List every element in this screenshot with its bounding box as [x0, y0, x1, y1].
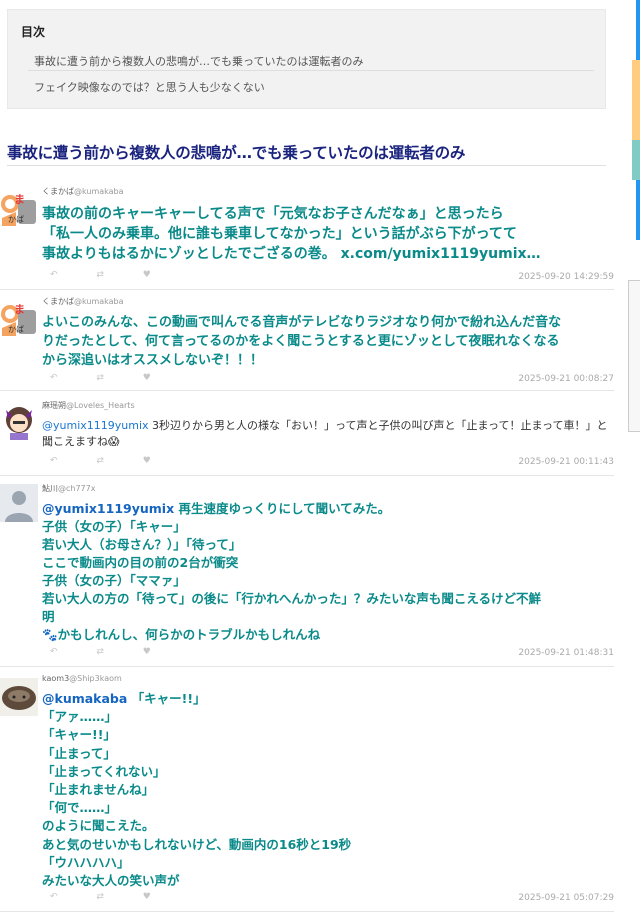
tweet-actions[interactable]: ↶ ⇄ ♥	[50, 270, 169, 280]
tweet-line: 子供（女の子）「キャー」	[42, 519, 186, 534]
tweet-text: よいこのみんな、この動画で叫んでる音声がテレビなりラジオなり何かで紛れ込んだ音な…	[42, 313, 610, 370]
divider	[0, 911, 614, 912]
mention-link[interactable]: @kumakaba	[42, 691, 127, 706]
tweet-timestamp[interactable]: 2025-09-20 14:29:59	[518, 272, 614, 282]
author-handle: @ch777x	[58, 484, 96, 493]
author-name: くまかば	[42, 187, 74, 196]
mention-link[interactable]: @yumix1119yumix	[42, 419, 149, 432]
sidebar-image-edge	[632, 60, 640, 140]
author-handle: @kumakaba	[74, 187, 124, 196]
tweet-line: から深追いはオススメしないぞ！！！	[42, 353, 264, 368]
author-handle: @kumakaba	[74, 297, 124, 306]
tweet-timestamp[interactable]: 2025-09-21 00:11:43	[518, 457, 614, 467]
avatar[interactable]: ま かば	[0, 300, 38, 338]
tweet-line: のように聞こえた。	[42, 818, 155, 834]
tweet-card: ま かば くまかば@kumakaba 事故の前のキャーキャーしてる声で「元気なお…	[0, 184, 614, 288]
tweet-line: 「止まれませんね」	[42, 782, 155, 798]
tweet-timestamp[interactable]: 2025-09-21 05:07:29	[518, 893, 614, 903]
tweet-line: 聞こえますね😱	[42, 435, 120, 448]
tweet-line: みたいな大人の笑い声が	[42, 873, 180, 889]
tweet-line: りだったとして、何て言ってるのかをよく聞こうとすると更にゾッとして夜眠れなくなる	[42, 334, 560, 349]
tweet-line: 「止まってくれない」	[42, 763, 166, 779]
tweet-author[interactable]: 鮎川@ch777x	[42, 483, 95, 494]
sidebar-widget-edge	[628, 280, 640, 432]
tweet-line: 事故の前のキャーキャーしてる声で「元気なお子さんだなぁ」と思ったら	[42, 206, 504, 222]
tweet-card: kaom3@Ship3kaom @kumakaba 「キャー!!」 「アァ……」…	[0, 672, 614, 910]
avatar[interactable]	[0, 402, 38, 440]
tweet-text: @yumix1119yumix 再生速度ゆっくりにして聞いてみた。 子供（女の子…	[42, 500, 610, 644]
table-of-contents: 目次 事故に遭う前から複数人の悲鳴が…でも乗っていたのは運転者のみ フェイク映像…	[7, 9, 606, 109]
tweet-line: 事故よりもはるかにゾッとしたでござるの巻。 x.com/yumix1119yum…	[42, 246, 541, 262]
tweet-line: 「止まって」	[42, 745, 116, 761]
section-heading: 事故に遭う前から複数人の悲鳴が…でも乗っていたのは運転者のみ	[7, 144, 466, 162]
tweet-text: @yumix1119yumix 3秒辺りから男と人の様な「おい！」って声と子供の…	[42, 418, 610, 450]
toc-divider	[28, 70, 594, 71]
tweet-actions[interactable]: ↶ ⇄ ♥	[50, 647, 169, 657]
author-name: くまかば	[42, 297, 74, 306]
tweet-line: @kumakaba 「キャー!!」	[42, 690, 610, 708]
sidebar-image-edge	[632, 140, 640, 180]
toc-link[interactable]: 事故に遭う前から複数人の悲鳴が…でも乗っていたのは運転者のみ	[34, 53, 594, 69]
tweet-line: 若い大人（お母さん？）」「待って」	[42, 537, 242, 552]
svg-text:ま: ま	[14, 193, 25, 206]
tweet-line: @yumix1119yumix 再生速度ゆっくりにして聞いてみた。	[42, 500, 610, 518]
tweet-line: 「ウハハハハ」	[42, 854, 130, 870]
author-name: 鮎川	[42, 484, 58, 493]
toc-link[interactable]: フェイク映像なのでは？と思う人も少なくない	[34, 79, 594, 95]
tweet-line: 若い大人の方の「待って」の後に「行かれへんかった」？みたいな声も聞こえるけど不鮮	[42, 591, 542, 606]
svg-text:かば: かば	[8, 215, 24, 224]
avatar[interactable]: ま かば	[0, 190, 38, 228]
divider	[0, 390, 614, 391]
author-name: kaom3	[42, 674, 70, 683]
tweet-line: ここで動画内の目の前の2台が衝突	[42, 555, 239, 570]
tweet-author[interactable]: くまかば@kumakaba	[42, 296, 124, 307]
tweet-author[interactable]: くまかば@kumakaba	[42, 186, 124, 197]
divider	[0, 666, 614, 667]
tweet-actions[interactable]: ↶ ⇄ ♥	[50, 373, 169, 383]
tweet-line: 明	[42, 609, 55, 624]
tweet-timestamp[interactable]: 2025-09-21 01:48:31	[518, 648, 614, 658]
tweet-text-span: 3秒辺りから男と人の様な「おい！」って声と子供の叫び声と「止まって！止まって車！…	[148, 419, 608, 432]
tweet-actions[interactable]: ↶ ⇄ ♥	[50, 456, 169, 466]
tweet-line: 「何で……」	[42, 800, 118, 816]
tweet-text: @kumakaba 「キャー!!」 「アァ……」 「キャー!!」 「止まって」 …	[42, 690, 610, 890]
tweet-card: 麻瑶朔@Loveles_Hearts @yumix1119yumix 3秒辺りか…	[0, 396, 614, 474]
author-handle: @Loveles_Hearts	[66, 401, 135, 410]
tweet-line: 子供（女の子）「ママァ」	[42, 573, 186, 588]
tweet-card: 鮎川@ch777x @yumix1119yumix 再生速度ゆっくりにして聞いて…	[0, 481, 614, 665]
tweet-line: 「私一人のみ乗車。他に誰も乗車してなかった」という話がぶら下がってて	[42, 226, 517, 242]
tweet-card: ま かば くまかば@kumakaba よいこのみんな、この動画で叫んでる音声がテ…	[0, 294, 614, 389]
divider	[0, 475, 614, 476]
avatar[interactable]	[0, 484, 38, 522]
tweet-text-span: 再生速度ゆっくりにして聞いてみた。	[174, 501, 391, 516]
divider	[0, 289, 614, 290]
tweet-author[interactable]: kaom3@Ship3kaom	[42, 674, 122, 683]
tweet-line: 🐾かもしれんし、何らかのトラブルかもしれんね	[42, 627, 321, 642]
tweet-line: よいこのみんな、この動画で叫んでる音声がテレビなりラジオなり何かで紛れ込んだ音な	[42, 315, 562, 330]
tweet-line: 「キャー!!」	[42, 727, 116, 743]
tweet-line: 「アァ……」	[42, 709, 118, 725]
heading-underline	[7, 165, 606, 166]
sidebar-fragment	[622, 0, 640, 918]
author-name: 麻瑶朔	[42, 401, 66, 410]
tweet-timestamp[interactable]: 2025-09-21 00:08:27	[518, 374, 614, 384]
svg-text:かば: かば	[8, 325, 24, 334]
mention-link[interactable]: @yumix1119yumix	[42, 501, 174, 516]
tweet-text-span: 「キャー!!」	[127, 691, 206, 706]
svg-text:ま: ま	[14, 303, 25, 316]
tweet-actions[interactable]: ↶ ⇄ ♥	[50, 892, 169, 902]
tweet-line: @yumix1119yumix 3秒辺りから男と人の様な「おい！」って声と子供の…	[42, 418, 610, 434]
tweet-line: あと気のせいかもしれないけど、動画内の16秒と19秒	[42, 836, 352, 852]
tweet-author[interactable]: 麻瑶朔@Loveles_Hearts	[42, 400, 135, 411]
toc-title: 目次	[21, 25, 46, 39]
avatar[interactable]	[0, 678, 38, 716]
tweet-text: 事故の前のキャーキャーしてる声で「元気なお子さんだなぁ」と思ったら 「私一人のみ…	[42, 204, 610, 264]
author-handle: @Ship3kaom	[69, 674, 122, 683]
